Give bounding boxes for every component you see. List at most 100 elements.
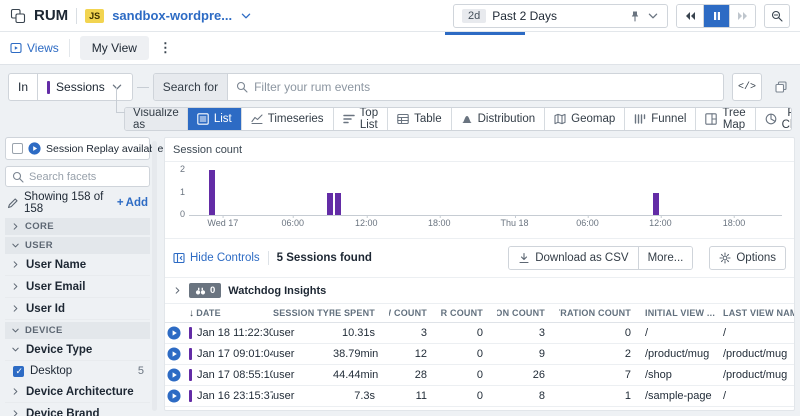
chevron-down-icon[interactable] <box>647 10 659 22</box>
chart-bar[interactable] <box>653 193 659 216</box>
viz-chip-pie-chart[interactable]: Pie Chart <box>755 108 792 130</box>
viz-chip-top-list[interactable]: Top List <box>333 108 388 130</box>
facet-section-core[interactable]: CORE <box>5 218 150 235</box>
watchdog-count: 0 <box>210 285 215 296</box>
add-facet-button[interactable]: + Add <box>117 197 148 209</box>
session-replay-play-button[interactable] <box>167 347 181 361</box>
facet-value-desktop[interactable]: Desktop5 <box>5 361 150 381</box>
chart-plot-area[interactable]: 210Wed 1706:0012:0018:00Thu 1806:0012:00… <box>189 170 782 216</box>
column-header-initial-view[interactable]: INITIAL VIEW ... <box>645 308 723 318</box>
column-header-frustration-count[interactable]: FRUSTRATION COUNT <box>559 308 645 318</box>
column-header-error-count[interactable]: ERROR COUNT <box>441 308 497 318</box>
cell-last-view-name: / <box>723 327 794 339</box>
pie-chart-icon <box>765 113 777 125</box>
cell-frustration-count: 2 <box>559 348 645 360</box>
pencil-icon[interactable] <box>7 197 19 209</box>
facet-value-checkbox[interactable] <box>13 366 24 377</box>
watchdog-label: Watchdog Insights <box>228 285 326 297</box>
more-button[interactable]: More... <box>638 247 693 269</box>
play-circle-icon <box>167 368 181 382</box>
facet-device-type[interactable]: Device Type <box>5 339 150 361</box>
tab-options-kebab[interactable]: ⋮ <box>159 40 172 56</box>
facet-user-name[interactable]: User Name <box>5 254 150 276</box>
chart-x-tick: Thu 18 <box>501 218 529 228</box>
chart-bar[interactable] <box>327 193 333 216</box>
column-header-view-count[interactable]: VIEW COUNT <box>389 308 441 318</box>
page-title: RUM <box>34 7 68 24</box>
cell-error-count: 0 <box>441 369 497 381</box>
table-row[interactable]: Jan 16 23:15:37.163user7.3s11081/sample-… <box>165 386 794 407</box>
top-bar: RUM JS sandbox-wordpre... 2d Past 2 Days <box>0 0 800 32</box>
viz-chip-timeseries[interactable]: Timeseries <box>241 108 333 130</box>
facet-user-email[interactable]: User Email <box>5 276 150 298</box>
viz-chip-table[interactable]: Table <box>387 108 451 130</box>
time-range-label: Past 2 Days <box>492 9 623 23</box>
chart-x-tick: 12:00 <box>649 218 672 228</box>
viz-chip-distribution[interactable]: Distribution <box>451 108 545 130</box>
facet-section-device[interactable]: DEVICE <box>5 322 150 339</box>
zoom-out-button[interactable] <box>764 4 790 28</box>
download-csv-button[interactable]: Download as CSV <box>509 247 637 269</box>
caret-down-icon[interactable] <box>240 10 252 22</box>
viz-chip-geomap[interactable]: Geomap <box>544 108 624 130</box>
results-panel: Session count 210Wed 1706:0012:0018:00Th… <box>164 137 795 411</box>
facet-section-user[interactable]: USER <box>5 237 150 254</box>
copy-icon[interactable] <box>770 73 792 101</box>
time-backward-button[interactable] <box>677 5 703 27</box>
cell-frustration-count: 0 <box>559 327 645 339</box>
search-input-wrap <box>228 74 723 100</box>
query-syntax-button[interactable]: </> <box>732 73 762 101</box>
facet-user-id[interactable]: User Id <box>5 298 150 320</box>
table-row[interactable]: Jan 17 09:01:04.139user38.79min12092/pro… <box>165 344 794 365</box>
session-replay-play-button[interactable] <box>167 368 181 382</box>
table-body: Jan 18 11:22:30.179user10.31s3030//Jan 1… <box>165 323 794 410</box>
views-button[interactable]: Views <box>10 41 59 55</box>
chevron-right-icon <box>11 260 20 269</box>
table-row[interactable]: Jan 17 08:55:10.112user44.44min280267/sh… <box>165 365 794 386</box>
facet-label: User Email <box>26 281 85 293</box>
session-replay-play-button[interactable] <box>167 326 181 340</box>
cell-date: Jan 18 11:22:30.179 <box>189 327 273 339</box>
cell-error-count: 0 <box>441 348 497 360</box>
cell-view-count: 3 <box>389 327 441 339</box>
chart-bar[interactable] <box>335 193 341 216</box>
scope-group: In Sessions <box>8 73 133 101</box>
list-icon <box>197 113 209 125</box>
facet-device-brand[interactable]: Device Brand <box>5 403 150 416</box>
viz-chip-tree-map[interactable]: Tree Map <box>695 108 754 130</box>
column-header-last-view-name[interactable]: LAST VIEW NAME <box>723 308 794 318</box>
tab-my-view[interactable]: My View <box>80 36 149 60</box>
column-header-time-spent[interactable]: TIME SPENT <box>333 308 389 318</box>
session-replay-label: Session Replay available <box>46 143 163 155</box>
pause-live-button[interactable] <box>703 5 729 27</box>
table-row[interactable]: Jan 16 23:15:24.050user24.04min100113//s… <box>165 407 794 410</box>
cell-last-view-name: /product/mug <box>723 348 794 360</box>
session-replay-checkbox[interactable] <box>12 143 23 154</box>
sidebar-scrollbar[interactable] <box>152 141 157 411</box>
download-csv-label: Download as CSV <box>535 252 628 264</box>
service-selector[interactable]: sandbox-wordpre... <box>112 8 232 23</box>
search-for-label: Search for <box>154 74 228 100</box>
facet-device-architecture[interactable]: Device Architecture <box>5 381 150 403</box>
column-header-action-count[interactable]: ACTION COUNT <box>497 308 559 318</box>
search-facets-input[interactable] <box>29 171 143 183</box>
search-icon <box>236 81 248 93</box>
pin-icon[interactable] <box>629 10 641 22</box>
table-row[interactable]: Jan 18 11:22:30.179user10.31s3030// <box>165 323 794 344</box>
chart-bar[interactable] <box>209 170 215 215</box>
session-type-color-bar <box>189 369 192 381</box>
viz-chip-list[interactable]: List <box>187 108 241 130</box>
download-icon <box>518 252 530 264</box>
session-replay-play-button[interactable] <box>167 389 181 403</box>
time-forward-button[interactable] <box>729 5 755 27</box>
options-button[interactable]: Options <box>709 246 786 270</box>
session-replay-filter[interactable]: Session Replay available <box>5 137 150 160</box>
chart-x-tick: 12:00 <box>355 218 378 228</box>
time-range-picker[interactable]: 2d Past 2 Days <box>453 4 668 28</box>
watchdog-insights-toggle[interactable]: 0 Watchdog Insights <box>165 278 794 304</box>
column-header-session-type[interactable]: SESSION TYPE <box>273 308 333 318</box>
hide-controls-button[interactable]: Hide Controls <box>173 252 260 264</box>
column-header-date[interactable]: ↓DATE <box>189 308 273 319</box>
viz-chip-funnel[interactable]: Funnel <box>624 108 695 130</box>
rum-events-search-input[interactable] <box>254 80 715 94</box>
